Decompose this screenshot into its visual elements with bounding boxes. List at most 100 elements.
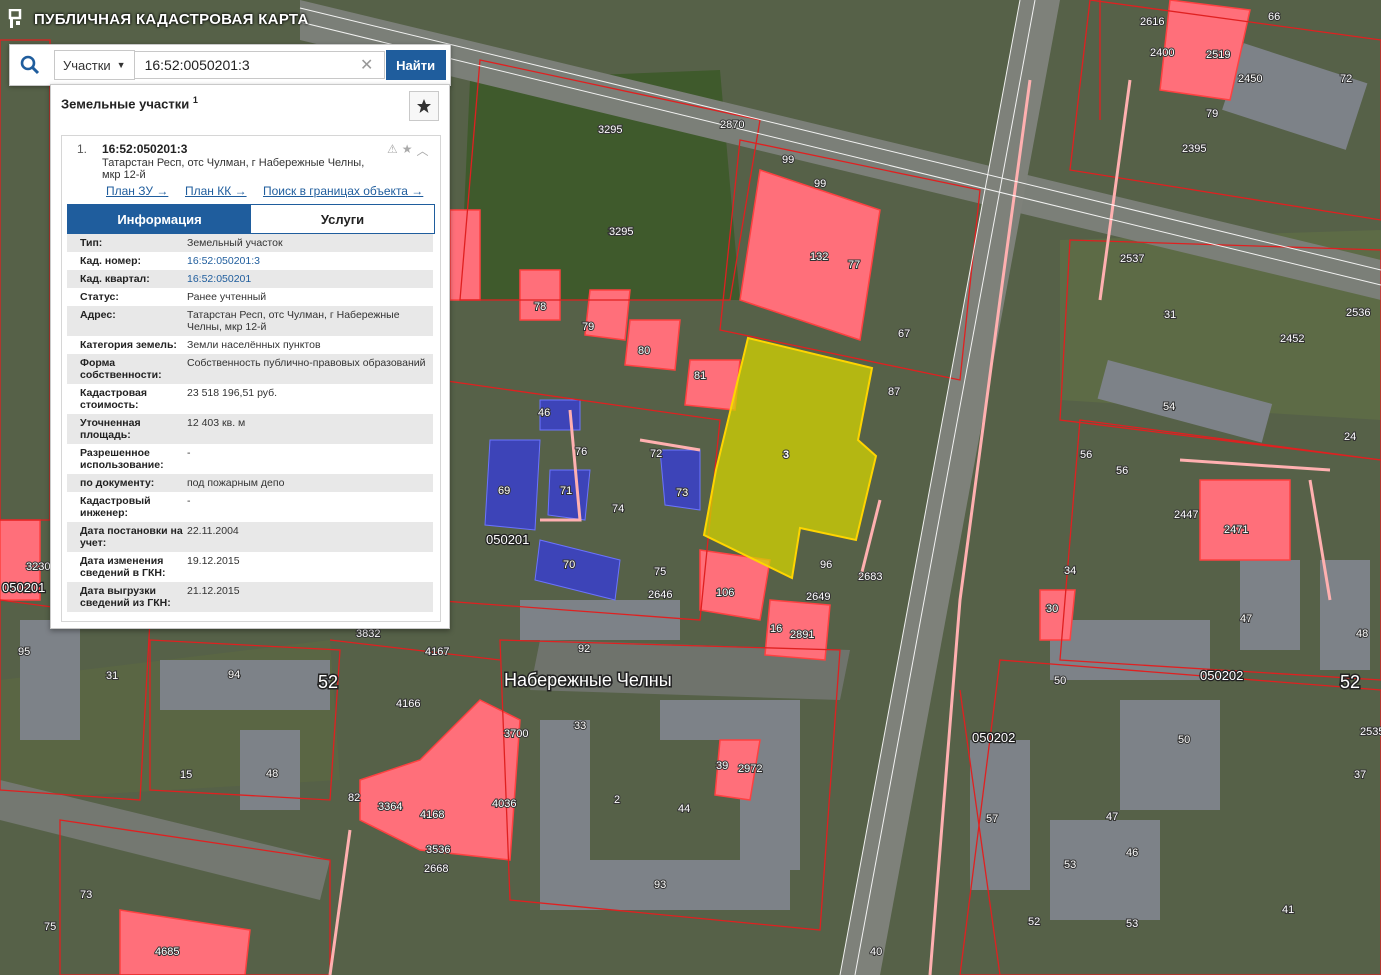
parcel-number-label: 48 xyxy=(266,768,278,780)
info-value: Собственность публично-правовых образова… xyxy=(187,357,426,369)
parcel-number-label: 2870 xyxy=(720,119,744,131)
parcel-number-label: 56 xyxy=(1080,449,1092,461)
panel-title: Земельные участки 1 xyxy=(61,95,198,111)
star-icon[interactable]: ★ xyxy=(402,142,413,159)
tab-services[interactable]: Услуги xyxy=(251,205,434,233)
parcel-number-label: 2450 xyxy=(1238,73,1262,85)
parcel-number-label: 31 xyxy=(1164,309,1176,321)
parcel-number-label: 56 xyxy=(1116,465,1128,477)
parcel-number-label: 92 xyxy=(578,643,590,655)
quarter-label: 52 xyxy=(318,672,338,692)
info-key: Адрес: xyxy=(80,309,116,321)
info-row: Кадастровая стоимость: 23 518 196,51 руб. xyxy=(67,384,433,414)
parcel-number-label: 2535 xyxy=(1360,726,1381,738)
favorite-button[interactable] xyxy=(409,91,439,121)
parcel-number-label: 4036 xyxy=(492,798,516,810)
parcel-number-label: 4166 xyxy=(396,698,420,710)
parcel-number-label: 2972 xyxy=(738,763,762,775)
parcel-number-label: 52 xyxy=(1028,916,1040,928)
parcel-number-label: 24 xyxy=(1344,431,1356,443)
info-key: Кадастровый инженер: xyxy=(80,495,151,519)
parcel-number-label: 47 xyxy=(1106,811,1118,823)
result-card[interactable]: 1. 16:52:050201:3 Татарстан Респ, отс Чу… xyxy=(61,135,441,622)
chevron-down-icon: ▼ xyxy=(116,60,126,70)
info-key: Уточненная площадь: xyxy=(80,417,141,441)
info-key: Форма собственности: xyxy=(80,357,162,381)
warning-icon[interactable]: ⚠ xyxy=(387,142,398,159)
quarter-label: 050201 xyxy=(2,580,45,595)
info-key: Кад. номер: xyxy=(80,255,142,267)
parcel-number-label: 132 xyxy=(810,251,828,263)
info-row: по документу: под пожарным депо xyxy=(67,474,433,492)
parcel-number-label: 2452 xyxy=(1280,333,1304,345)
parcel-number-label: 87 xyxy=(888,386,900,398)
info-value: 12 403 кв. м xyxy=(187,417,246,429)
parcel-number-label: 4167 xyxy=(425,646,449,658)
parcel-number-label: 2519 xyxy=(1206,49,1230,61)
tab-bar: Информация Услуги xyxy=(67,204,435,234)
parcel-number-label: 2536 xyxy=(1346,307,1370,319)
parcel-number-label: 46 xyxy=(1126,847,1138,859)
info-row: Тип: Земельный участок xyxy=(67,234,433,252)
parcel-number-label: 41 xyxy=(1282,904,1294,916)
parcel-number-label: 3536 xyxy=(426,844,450,856)
info-key: по документу: xyxy=(80,477,155,489)
parcel-number-label: 76 xyxy=(575,446,587,458)
quarter-label: 050202 xyxy=(972,730,1015,745)
tab-information[interactable]: Информация xyxy=(68,205,251,233)
parcel-number-label: 2471 xyxy=(1224,524,1248,536)
info-key: Кадастровая стоимость: xyxy=(80,387,147,411)
parcel-number-label: 99 xyxy=(782,154,794,166)
info-value: Земли населённых пунктов xyxy=(187,339,321,351)
info-row: Дата изменения сведений в ГКН: 19.12.2015 xyxy=(67,552,433,582)
parcel-number-label: 66 xyxy=(1268,11,1280,23)
parcel-number-label: 78 xyxy=(534,301,546,313)
parcel-number-label: 31 xyxy=(106,670,118,682)
parcel-number-label: 3295 xyxy=(598,124,622,136)
parcel-number-label: 2649 xyxy=(806,591,830,603)
parcel-number-label: 79 xyxy=(582,321,594,333)
star-icon xyxy=(417,99,431,113)
object-type-select[interactable]: Участки ▼ xyxy=(54,50,135,80)
info-value[interactable]: 16:52:050201 xyxy=(187,273,433,285)
parcel-number-label: 44 xyxy=(678,803,690,815)
parcel-number-label: 99 xyxy=(814,178,826,190)
parcel-number-label: 2668 xyxy=(424,863,448,875)
parcel-number-label: 74 xyxy=(612,503,624,515)
info-value[interactable]: 16:52:050201:3 xyxy=(187,255,433,267)
find-button[interactable]: Найти xyxy=(385,50,446,80)
parcel-number-label: 2400 xyxy=(1150,47,1174,59)
quarter-label: 050201 xyxy=(486,532,529,547)
parcel-number-label: 2537 xyxy=(1120,253,1144,265)
parcel-number-label: 67 xyxy=(898,328,910,340)
parcel-number-label: 72 xyxy=(650,448,662,460)
map-logo-icon[interactable] xyxy=(6,8,28,30)
chevron-up-icon[interactable]: ︿ xyxy=(417,142,429,159)
search-icon[interactable] xyxy=(10,45,50,85)
info-key: Дата изменения сведений в ГКН: xyxy=(80,555,166,579)
search-input[interactable] xyxy=(134,51,385,79)
parcel-number-label: 48 xyxy=(1356,628,1368,640)
parcel-number-label: 40 xyxy=(870,946,882,958)
parcel-number-label: 3230 xyxy=(26,561,50,573)
info-key: Разрешенное использование: xyxy=(80,447,164,471)
info-row: Категория земель: Земли населённых пункто… xyxy=(67,336,433,354)
parcel-number-label: 69 xyxy=(498,485,510,497)
info-row: Дата постановки на учет: 22.11.2004 xyxy=(67,522,433,552)
info-value: - xyxy=(187,447,191,459)
parcel-number-label: 75 xyxy=(44,921,56,933)
clear-icon[interactable]: ✕ xyxy=(360,55,373,75)
link-plan-kk[interactable]: План КК → xyxy=(185,184,247,198)
parcel-number-label: 37 xyxy=(1354,769,1366,781)
link-plan-zu[interactable]: План ЗУ → xyxy=(106,184,168,198)
info-value: 22.11.2004 xyxy=(187,525,239,537)
results-panel: Земельные участки 1 1. 16:52:050201:3 Та… xyxy=(50,84,450,629)
result-index: 1. xyxy=(77,142,88,156)
parcel-number-label: 95 xyxy=(18,646,30,658)
parcel-number-label: 73 xyxy=(80,889,92,901)
parcel-number-label: 71 xyxy=(560,485,572,497)
link-search-bounds[interactable]: Поиск в границах объекта → xyxy=(263,184,423,198)
parcel-number-label: 81 xyxy=(694,370,706,382)
info-key: Категория земель: xyxy=(80,339,177,351)
parcel-number-label: 4168 xyxy=(420,809,444,821)
